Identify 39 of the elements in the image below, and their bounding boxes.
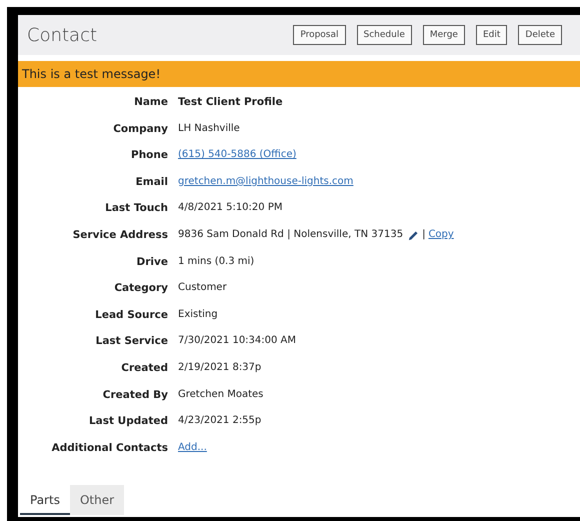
field-link[interactable]: (615) 540-5886 (Office) [178,142,296,169]
field-label: Email [134,174,168,190]
field-label: Lead Source [94,308,168,323]
field-value: LH Nashville [178,122,240,136]
tab[interactable]: Other [70,485,124,515]
field-label: Drive [136,254,168,270]
separator: | [422,228,426,242]
field-link[interactable]: Add... [178,434,207,462]
field-label: Last Updated [88,414,168,430]
field-label: Created By [102,388,168,403]
field-value: 4/8/2021 5:10:20 PM [178,201,282,216]
action-button[interactable]: Schedule [356,25,412,45]
field-value: 9836 Sam Donald Rd | Nolensville, TN 37135 [178,228,404,242]
action-button[interactable]: Proposal [293,25,346,45]
field-value: Existing [178,308,218,322]
field-label: Name [133,95,168,110]
field-label: Category [113,281,168,296]
field-label: Service Address [72,228,168,243]
copy-link[interactable]: Copy [428,222,454,249]
field-label: Additional Contacts [50,440,168,456]
field-label: Company [112,122,168,137]
field-link[interactable]: gretchen.m@lighthouse-lights.com [178,168,354,196]
field-value: Gretchen Moates [178,388,264,402]
field-value: 7/30/2021 10:34:00 AM [178,334,296,348]
field-value: 4/23/2021 2:55p [178,414,262,428]
field-label: Last Touch [104,201,168,216]
alert-message: This is a test message! [18,61,580,87]
action-button[interactable]: Delete [518,25,562,45]
field-label: Last Service [94,334,168,350]
field-value: 2/19/2021 8:37p [178,360,262,375]
page-title: Contact [27,24,98,46]
field-label: Created [120,360,168,376]
field-value: 1 mins (0.3 mi) [178,254,254,269]
pencil-icon[interactable] [408,230,420,241]
field-value: Customer [178,281,227,296]
action-button[interactable]: Edit [476,25,508,45]
field-value: Test Client Profile [178,95,283,110]
action-button[interactable]: Merge [422,25,465,45]
field-label: Phone [130,148,168,164]
